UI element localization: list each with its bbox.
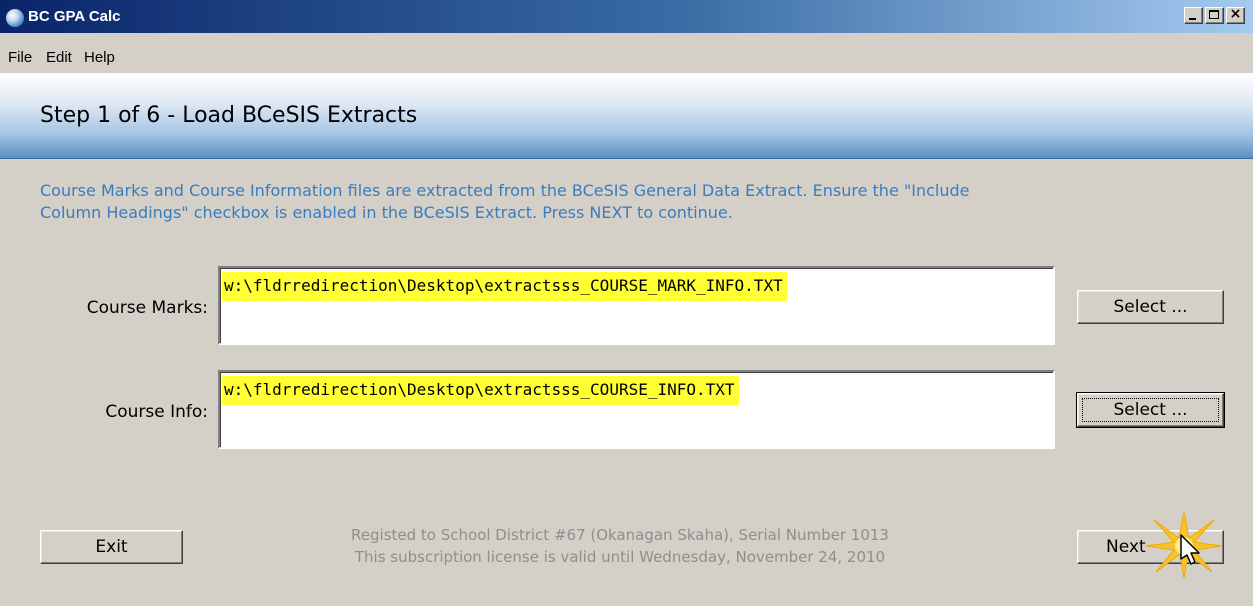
menu-file[interactable]: File (8, 49, 32, 66)
instructions-line-2: Column Headings" checkbox is enabled in … (40, 203, 733, 222)
window-controls: × (1182, 6, 1245, 24)
instructions-text: Course Marks and Course Information file… (40, 180, 1220, 224)
license-line-1: Registed to School District #67 (Okanaga… (351, 526, 889, 544)
course-marks-path: w:\fldrredirection\Desktop\extractsss_CO… (222, 272, 787, 301)
course-marks-field[interactable]: w:\fldrredirection\Desktop\extractsss_CO… (218, 266, 1055, 345)
step-header: Step 1 of 6 - Load BCeSIS Extracts (0, 73, 1253, 159)
maximize-button[interactable] (1205, 7, 1224, 24)
minimize-icon (1189, 18, 1196, 20)
mouse-pointer-icon (1180, 534, 1200, 565)
license-line-2: This subscription license is valid until… (354, 548, 886, 566)
course-marks-select-button[interactable]: Select ... (1077, 290, 1224, 324)
course-info-select-button[interactable]: Select ... (1076, 392, 1225, 428)
app-globe-icon (5, 8, 25, 28)
page-title: Step 1 of 6 - Load BCeSIS Extracts (40, 103, 418, 128)
instructions-line-1: Course Marks and Course Information file… (40, 181, 970, 200)
course-info-label: Course Info: (105, 402, 208, 422)
title-bar[interactable]: BC GPA Calc × (0, 0, 1253, 33)
course-info-path: w:\fldrredirection\Desktop\extractsss_CO… (222, 376, 739, 405)
course-info-field[interactable]: w:\fldrredirection\Desktop\extractsss_CO… (218, 370, 1055, 449)
menu-bar: File Edit Help (0, 33, 1253, 73)
window-title: BC GPA Calc (28, 8, 121, 25)
close-icon: × (1229, 6, 1242, 22)
license-text: Registed to School District #67 (Okanaga… (250, 524, 990, 568)
close-button[interactable]: × (1226, 6, 1245, 24)
menu-help[interactable]: Help (84, 49, 115, 66)
maximize-icon (1209, 10, 1219, 19)
focus-ring (1082, 398, 1219, 422)
minimize-button[interactable] (1184, 7, 1203, 24)
exit-button[interactable]: Exit (40, 530, 183, 564)
menu-edit[interactable]: Edit (46, 49, 72, 66)
course-marks-label: Course Marks: (86, 298, 208, 318)
